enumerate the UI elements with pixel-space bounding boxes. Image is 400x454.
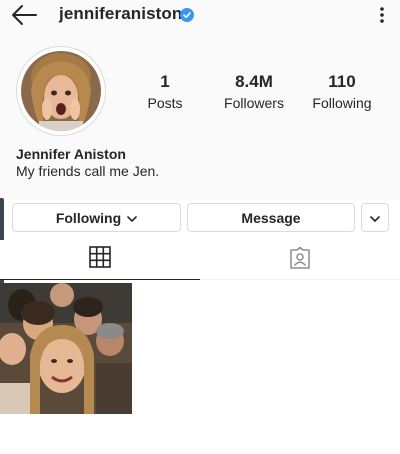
suggested-accounts-button[interactable] xyxy=(361,203,389,232)
posts-count-label: Posts xyxy=(147,95,183,111)
followers-count-label: Followers xyxy=(224,95,284,111)
profile-tabs xyxy=(0,240,400,280)
posts-count-value: 1 xyxy=(160,72,170,91)
following-button[interactable]: Following xyxy=(12,203,181,232)
profile-header: 1 Posts 8.4M Followers 110 Following Jen… xyxy=(0,34,400,200)
following-button-label: Following xyxy=(55,209,122,226)
following-count-value: 110 xyxy=(328,72,356,91)
top-bar: jenniferaniston xyxy=(0,0,400,34)
avatar[interactable] xyxy=(16,46,106,136)
profile-display-name: Jennifer Aniston xyxy=(16,146,126,162)
verified-badge-icon xyxy=(180,8,194,22)
message-button-label: Message xyxy=(241,209,301,226)
back-arrow-icon[interactable] xyxy=(10,2,38,28)
followers-count[interactable]: 8.4M Followers xyxy=(209,72,299,112)
avatar-photo xyxy=(21,51,101,131)
profile-username: jenniferaniston xyxy=(59,4,183,23)
followers-count-value: 8.4M xyxy=(235,72,273,91)
post-thumbnail[interactable] xyxy=(0,283,132,414)
more-options-icon[interactable] xyxy=(374,4,390,26)
following-count[interactable]: 110 Following xyxy=(297,72,387,112)
following-count-label: Following xyxy=(312,95,372,111)
post-photo xyxy=(0,283,132,414)
grid-icon xyxy=(89,246,111,273)
profile-bio: My friends call me Jen. xyxy=(16,163,160,179)
chevron-down-icon xyxy=(370,210,380,226)
tab-posts-grid[interactable] xyxy=(0,240,200,280)
tab-tagged[interactable] xyxy=(200,240,400,280)
tagged-icon xyxy=(288,246,312,275)
posts-count[interactable]: 1 Posts xyxy=(120,72,210,112)
message-button[interactable]: Message xyxy=(187,203,355,232)
chevron-down-icon xyxy=(127,210,137,226)
